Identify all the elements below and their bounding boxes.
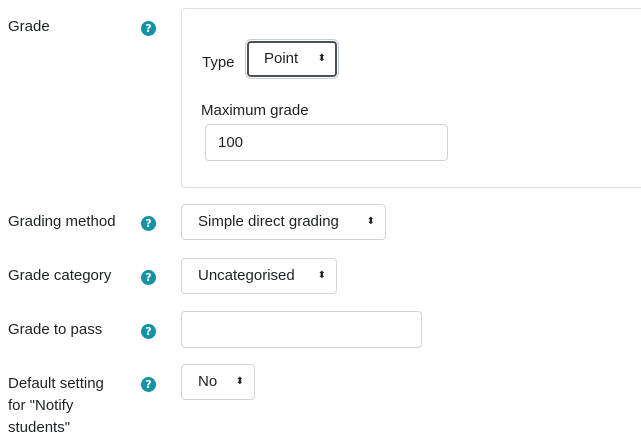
grade-to-pass-input[interactable] — [181, 311, 422, 348]
select-caret-icon: ⬍ — [235, 376, 244, 387]
grading-method-value: Simple direct grading — [198, 213, 339, 230]
grading-method-select[interactable]: Simple direct grading ⬍ — [181, 204, 386, 240]
notify-students-select[interactable]: No ⬍ — [181, 364, 255, 400]
select-caret-icon: ⬍ — [317, 270, 326, 281]
help-icon[interactable]: ? — [141, 216, 156, 231]
maximum-grade-label: Maximum grade — [201, 102, 309, 119]
grade-label: Grade — [8, 18, 50, 35]
select-caret-icon: ⬍ — [366, 216, 375, 227]
notify-students-label-line3: students" — [8, 419, 71, 436]
maximum-grade-input[interactable] — [205, 124, 448, 161]
help-icon[interactable]: ? — [141, 21, 156, 36]
grade-category-label: Grade category — [8, 267, 112, 284]
help-icon[interactable]: ? — [141, 324, 156, 339]
grading-method-label: Grading method — [8, 213, 116, 230]
grade-category-select[interactable]: Uncategorised ⬍ — [181, 258, 337, 294]
grade-type-label: Type — [202, 54, 235, 71]
grade-type-value: Point — [264, 50, 299, 67]
grade-fieldset: Type Point ⬍ Maximum grade — [181, 8, 641, 188]
grade-type-select[interactable]: Point ⬍ — [247, 41, 337, 77]
help-icon[interactable]: ? — [141, 270, 156, 285]
help-icon[interactable]: ? — [141, 377, 156, 392]
notify-students-value: No — [198, 373, 218, 390]
select-caret-icon: ⬍ — [317, 53, 326, 64]
grade-to-pass-label: Grade to pass — [8, 321, 103, 338]
notify-students-label-line1: Default setting — [8, 375, 104, 392]
grade-category-value: Uncategorised — [198, 267, 295, 284]
notify-students-label-line2: for "Notify — [8, 397, 74, 414]
